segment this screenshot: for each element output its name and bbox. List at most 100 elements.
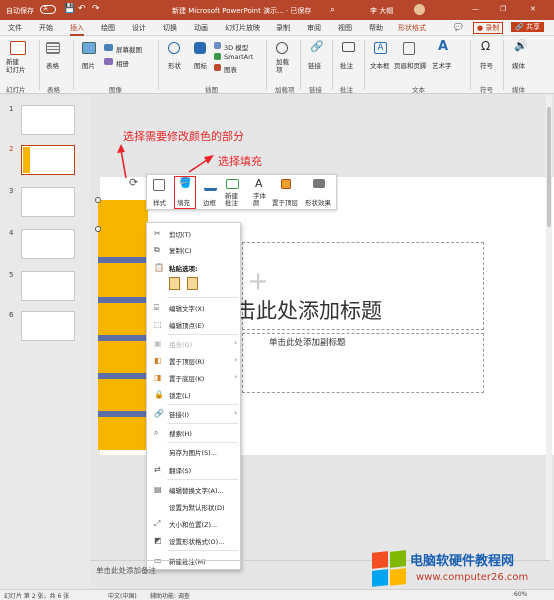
new-comment-icon[interactable]	[226, 179, 239, 189]
textbox-icon[interactable]: A	[374, 42, 387, 54]
menu-item-copy[interactable]: ⧉ 复制(C)	[147, 242, 242, 257]
bring-front-icon[interactable]	[281, 179, 291, 189]
media-icon[interactable]: 🔊	[514, 39, 528, 52]
autosave-toggle[interactable]: 关	[40, 5, 56, 14]
icons-icon[interactable]	[194, 42, 206, 54]
notes-placeholder[interactable]: 单击此处添加备注	[96, 565, 156, 576]
close-button[interactable]: ✕	[530, 5, 536, 13]
minimize-button[interactable]: —	[472, 5, 479, 13]
shapes-icon[interactable]	[168, 42, 180, 54]
slide-thumbnail[interactable]	[21, 271, 75, 301]
style-icon[interactable]	[153, 179, 165, 191]
new-slide-icon[interactable]	[10, 41, 26, 55]
menu-item-translate[interactable]: ⇄ 翻译(S)	[147, 462, 242, 477]
tab-transitions[interactable]: 切换	[163, 23, 177, 33]
outline-button[interactable]: 边框	[203, 197, 216, 207]
comment-button[interactable]: 批注	[340, 60, 353, 70]
restore-button[interactable]: ❐	[500, 5, 506, 13]
scrollbar-thumb[interactable]	[547, 107, 551, 227]
shape-effects-icon[interactable]	[313, 179, 325, 188]
tab-help[interactable]: 帮助	[369, 23, 383, 33]
title-placeholder[interactable]: 击此处添加标题	[235, 242, 484, 330]
slide-thumbnail[interactable]	[21, 311, 75, 341]
selected-shape[interactable]	[98, 200, 148, 450]
media-button[interactable]: 媒体	[512, 60, 525, 70]
new-comment-button[interactable]: 新建 批注	[225, 193, 238, 207]
font-color-button[interactable]: 字体 颜	[253, 193, 266, 207]
menu-item-lock[interactable]: 🔒 锁定(L)	[147, 387, 242, 402]
album-button[interactable]: 相册	[116, 58, 129, 68]
tab-slideshow[interactable]: 幻灯片放映	[225, 23, 260, 33]
model3d-button[interactable]: 3D 模型	[224, 42, 248, 52]
subtitle-placeholder[interactable]: 单击此处添加副标题	[242, 333, 484, 393]
tab-design[interactable]: 设计	[132, 23, 146, 33]
redo-icon[interactable]: ↷	[92, 4, 100, 14]
symbol-button[interactable]: 符号	[480, 60, 493, 70]
menu-item-search[interactable]: ⌕ 搜索(H)	[147, 425, 242, 440]
menu-item-edit-text[interactable]: ⌸ 编辑文字(X)	[147, 300, 242, 315]
tab-record[interactable]: 录制	[276, 23, 290, 33]
menu-item-edit-points[interactable]: ⬚ 编辑顶点(E)	[147, 317, 242, 332]
tab-review[interactable]: 审阅	[307, 23, 321, 33]
slide-thumbnail[interactable]	[21, 187, 75, 217]
language-indicator[interactable]: 中文(中国)	[108, 591, 137, 600]
menu-item-send-back[interactable]: ◨ 置于底层(K) ›	[147, 370, 242, 385]
user-name[interactable]: 李 大帽	[370, 6, 393, 16]
save-icon[interactable]: 💾	[64, 4, 75, 14]
table-icon[interactable]	[46, 42, 60, 54]
avatar[interactable]	[414, 4, 425, 15]
menu-item-default-shape[interactable]: 设置为默认形状(D)	[147, 499, 242, 514]
screenshot-button[interactable]: 屏幕截图	[116, 44, 142, 54]
style-button[interactable]: 样式	[153, 197, 166, 207]
menu-item-format-shape[interactable]: ◩ 设置形状格式(O)...	[147, 533, 242, 548]
resize-handle[interactable]	[95, 197, 101, 203]
wordart-icon[interactable]: A	[438, 39, 448, 54]
tab-file[interactable]: 文件	[8, 23, 22, 33]
chart-button[interactable]: 图表	[224, 64, 237, 74]
bring-front-button[interactable]: 置于顶层	[272, 197, 298, 207]
symbol-icon[interactable]: Ω	[481, 39, 490, 53]
header-footer-button[interactable]: 页眉和页脚	[394, 60, 427, 70]
tab-insert[interactable]: 插入	[70, 23, 84, 36]
header-footer-icon[interactable]	[403, 42, 415, 55]
font-color-icon[interactable]: A	[255, 177, 263, 190]
link-button[interactable]: 链接	[308, 60, 321, 70]
menu-item-save-as-picture[interactable]: 另存为图片(S)...	[147, 444, 242, 459]
resize-handle[interactable]	[95, 226, 101, 232]
table-button[interactable]: 表格	[46, 60, 59, 70]
share-button[interactable]: 🔗 共享	[511, 22, 544, 32]
tab-home[interactable]: 开始	[39, 23, 53, 33]
menu-item-size-position[interactable]: ⤢ 大小和位置(Z)...	[147, 516, 242, 531]
image-icon[interactable]	[82, 42, 96, 54]
accessibility-status[interactable]: 辅助功能: 调查	[150, 591, 190, 600]
tab-shape-format[interactable]: 形状格式	[398, 23, 426, 33]
fill-button[interactable]: 填充	[177, 197, 190, 207]
shapes-button[interactable]: 形状	[168, 60, 181, 70]
smartart-button[interactable]: SmartArt	[224, 53, 253, 61]
outline-pen-icon[interactable]	[204, 179, 217, 191]
shape-effects-button[interactable]: 形状效果	[305, 197, 331, 207]
new-slide-button[interactable]: 新建 幻灯片	[6, 58, 26, 74]
comment-ribbon-icon[interactable]	[342, 42, 355, 52]
fill-bucket-icon[interactable]: 🪣	[179, 178, 191, 189]
wordart-button[interactable]: 艺术字	[432, 60, 452, 70]
link-icon[interactable]: 🔗	[310, 40, 324, 53]
slide-thumbnail-selected[interactable]	[21, 145, 75, 175]
addins-button[interactable]: 加载 项	[276, 58, 289, 74]
record-button[interactable]: ● 录制	[473, 22, 504, 34]
paste-picture-icon[interactable]	[187, 277, 198, 290]
search-icon[interactable]: ⌕	[330, 5, 335, 15]
icons-button[interactable]: 图标	[194, 60, 207, 70]
paste-option-icon[interactable]	[169, 277, 180, 290]
menu-item-alt-text[interactable]: ▤ 编辑替换文字(A)...	[147, 482, 242, 497]
menu-item-bring-front[interactable]: ◧ 置于顶层(R) ›	[147, 353, 242, 368]
slide-thumbnail[interactable]	[21, 229, 75, 259]
images-button[interactable]: 图片	[82, 60, 95, 70]
tab-view[interactable]: 视图	[338, 23, 352, 33]
menu-item-cut[interactable]: ✂ 剪切(T)	[147, 226, 242, 241]
slide-thumbnail[interactable]	[21, 105, 75, 135]
vertical-scrollbar[interactable]	[546, 95, 552, 560]
menu-item-link[interactable]: 🔗 链接(I) ›	[147, 406, 242, 421]
textbox-button[interactable]: 文本框	[370, 60, 390, 70]
comment-icon[interactable]: 💬	[454, 23, 463, 31]
